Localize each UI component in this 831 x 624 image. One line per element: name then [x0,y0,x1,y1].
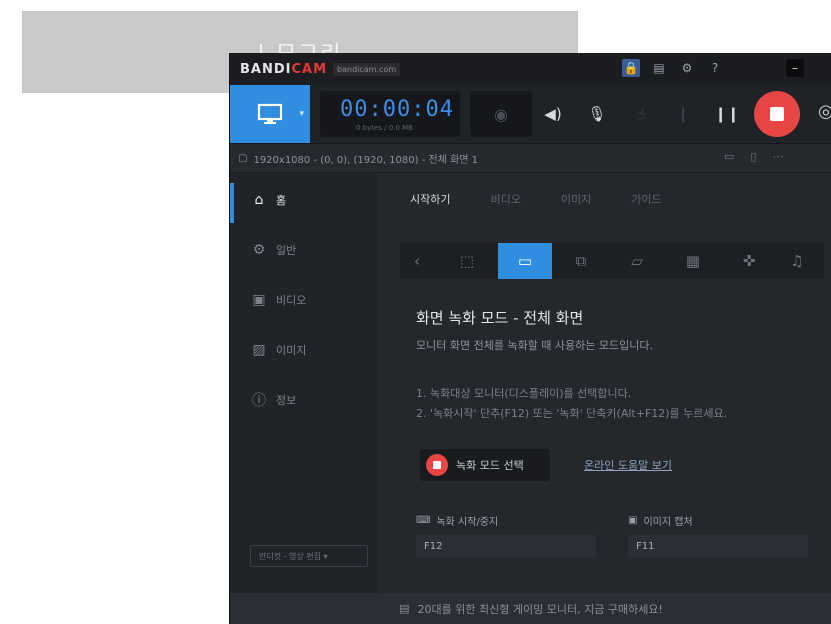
file-size: 0 bytes / 0.0 MB [356,124,413,132]
monitor-icon: ▤ [399,602,410,615]
help-icon[interactable]: ? [706,59,724,77]
titlebar-icons: 🔒 ▤ ⚙ ? – [622,59,804,77]
bandicam-window: BANDICAM bandicam.com 🔒 ▤ ⚙ ? – ▾ 00:00:… [229,53,831,624]
document-icon: ▢ [238,152,248,164]
sidebar-item-label: 홈 [276,194,287,207]
sidebar: ⌂ 홈 ⚙ 일반 ▣ 비디오 ▨ 이미지 ⓘ 정보 반디컷 - 영상 편집 ▾ [230,173,378,593]
mode-title: 화면 녹화 모드 - 전체 화면 [416,309,584,327]
gear-icon: ⚙ [252,242,266,258]
recording-mode-strip: ‹ ⬚ ▭ ⧉ ▱ ▦ ✜ ♫ [400,243,824,279]
start-mode-label: 녹화 모드 선택 [456,459,524,472]
speaker-icon[interactable]: ◀) [540,101,566,127]
fullscreen-mode-icon[interactable]: ▭ [498,243,552,279]
sidebar-item-image[interactable]: ▨ 이미지 [250,341,306,359]
sidebar-item-about[interactable]: ⓘ 정보 [250,391,296,409]
capture-hotkey-field[interactable]: F11 [628,535,808,557]
webcam-preview[interactable]: ◉ [470,91,532,137]
hide-icon[interactable]: ⋯ [772,150,783,163]
gamepad-icon[interactable]: ✜ [722,243,776,279]
bandicut-button[interactable]: 반디컷 - 영상 편집 ▾ [250,545,368,567]
audio-mode-icon[interactable]: ♫ [770,243,824,279]
sidebar-item-label: 일반 [276,244,297,257]
ad-banner[interactable]: ▤ 20대를 위한 최신형 게이밍 모니터, 지금 구매하세요! [230,593,831,624]
chevron-down-icon[interactable]: ▾ [299,109,304,119]
stop-record-button[interactable] [754,91,800,137]
title-bar[interactable]: BANDICAM bandicam.com 🔒 ▤ ⚙ ? – [230,53,831,85]
monitor-icon [257,103,283,124]
device-mode-icon[interactable]: ▱ [610,243,664,279]
camera-icon: ▣ [628,515,638,526]
sidebar-item-label: 이미지 [276,344,307,357]
record-hotkey-field[interactable]: F12 [416,535,596,557]
recording-mode-button[interactable]: ▾ [230,85,310,143]
gear-icon[interactable]: ⚙ [678,59,696,77]
instruction-step: 2. '녹화시작' 단추(F12) 또는 '녹화' 단축키(Alt+F12)를 … [416,407,728,420]
tab-guide[interactable]: 가이드 [631,191,661,207]
video-format-icon[interactable]: ▭ [724,150,734,163]
start-mode-button[interactable]: 녹화 모드 선택 [420,449,550,481]
main-panel: 시작하기 비디오 이미지 가이드 ‹ ⬚ ▭ ⧉ ▱ ▦ ✜ ♫ 화면 녹화 모… [380,173,831,593]
keyboard-icon: ⌨ [416,515,431,526]
tab-get-started[interactable]: 시작하기 [410,191,450,207]
folder-icon[interactable]: ▤ [650,59,668,77]
image-format-icon[interactable]: ▯ [750,150,756,163]
screenshot-icon[interactable]: ◎ [818,101,831,122]
tab-image[interactable]: 이미지 [561,191,591,207]
elapsed-time: 00:00:04 [340,97,454,122]
webcam-icon: ◉ [494,104,508,124]
game-mode-icon[interactable]: ▦ [666,243,720,279]
microphone-icon[interactable]: 🎙 [584,101,610,127]
home-icon: ⌂ [254,192,264,208]
image-icon: ▨ [252,342,266,358]
mouse-effect-icon[interactable]: ☝ [628,101,654,127]
active-indicator [230,183,234,223]
banner-text: 20대를 위한 최신형 게이밍 모니터, 지금 구매하세요! [417,602,663,616]
website-label[interactable]: bandicam.com [333,62,401,76]
app-logo: BANDICAM [240,61,328,77]
hotkey-record-label: ⌨ 녹화 시작/중지 [416,515,499,528]
sidebar-item-home[interactable]: ⌂ 홈 [250,191,287,209]
draw-icon[interactable]: | [670,101,696,127]
region-status-bar: ▢ 1920x1080 - (0, 0), (1920, 1080) - 전체 … [230,144,831,173]
minimize-icon[interactable]: – [786,59,804,77]
tab-bar: 시작하기 비디오 이미지 가이드 [410,191,662,207]
online-help-link[interactable]: 온라인 도움말 보기 [584,457,672,473]
sidebar-item-label: 비디오 [276,294,307,307]
tab-video[interactable]: 비디오 [490,191,520,207]
status-icons: ▭ ▯ ⋯ [724,150,783,163]
mode-description: 모니터 화면 전체를 녹화할 때 사용하는 모드입니다. [416,339,653,352]
record-toolbar: ▾ 00:00:04 0 bytes / 0.0 MB ◉ ◀) 🎙 ☝ | ❙… [230,85,831,144]
lock-icon[interactable]: 🔒 [622,59,640,77]
rectangle-mode-icon[interactable]: ⬚ [440,243,494,279]
region-info: 1920x1080 - (0, 0), (1920, 1080) - 전체 화면… [253,154,479,166]
pause-icon[interactable]: ❙❙ [714,101,740,127]
instruction-step: 1. 녹화대상 모니터(디스플레이)를 선택합니다. [416,387,632,400]
record-icon [426,454,448,476]
sidebar-item-general[interactable]: ⚙ 일반 [250,241,297,259]
sidebar-item-label: 정보 [276,394,297,407]
video-icon: ▣ [252,292,266,308]
timer-display: 00:00:04 0 bytes / 0.0 MB [320,91,460,137]
stop-icon [770,107,784,121]
sidebar-item-video[interactable]: ▣ 비디오 [250,291,306,309]
around-mouse-mode-icon[interactable]: ⧉ [554,243,608,279]
hotkey-capture-label: ▣ 이미지 캡처 [628,515,693,528]
back-icon[interactable]: ‹ [400,243,434,279]
info-icon: ⓘ [252,393,266,409]
